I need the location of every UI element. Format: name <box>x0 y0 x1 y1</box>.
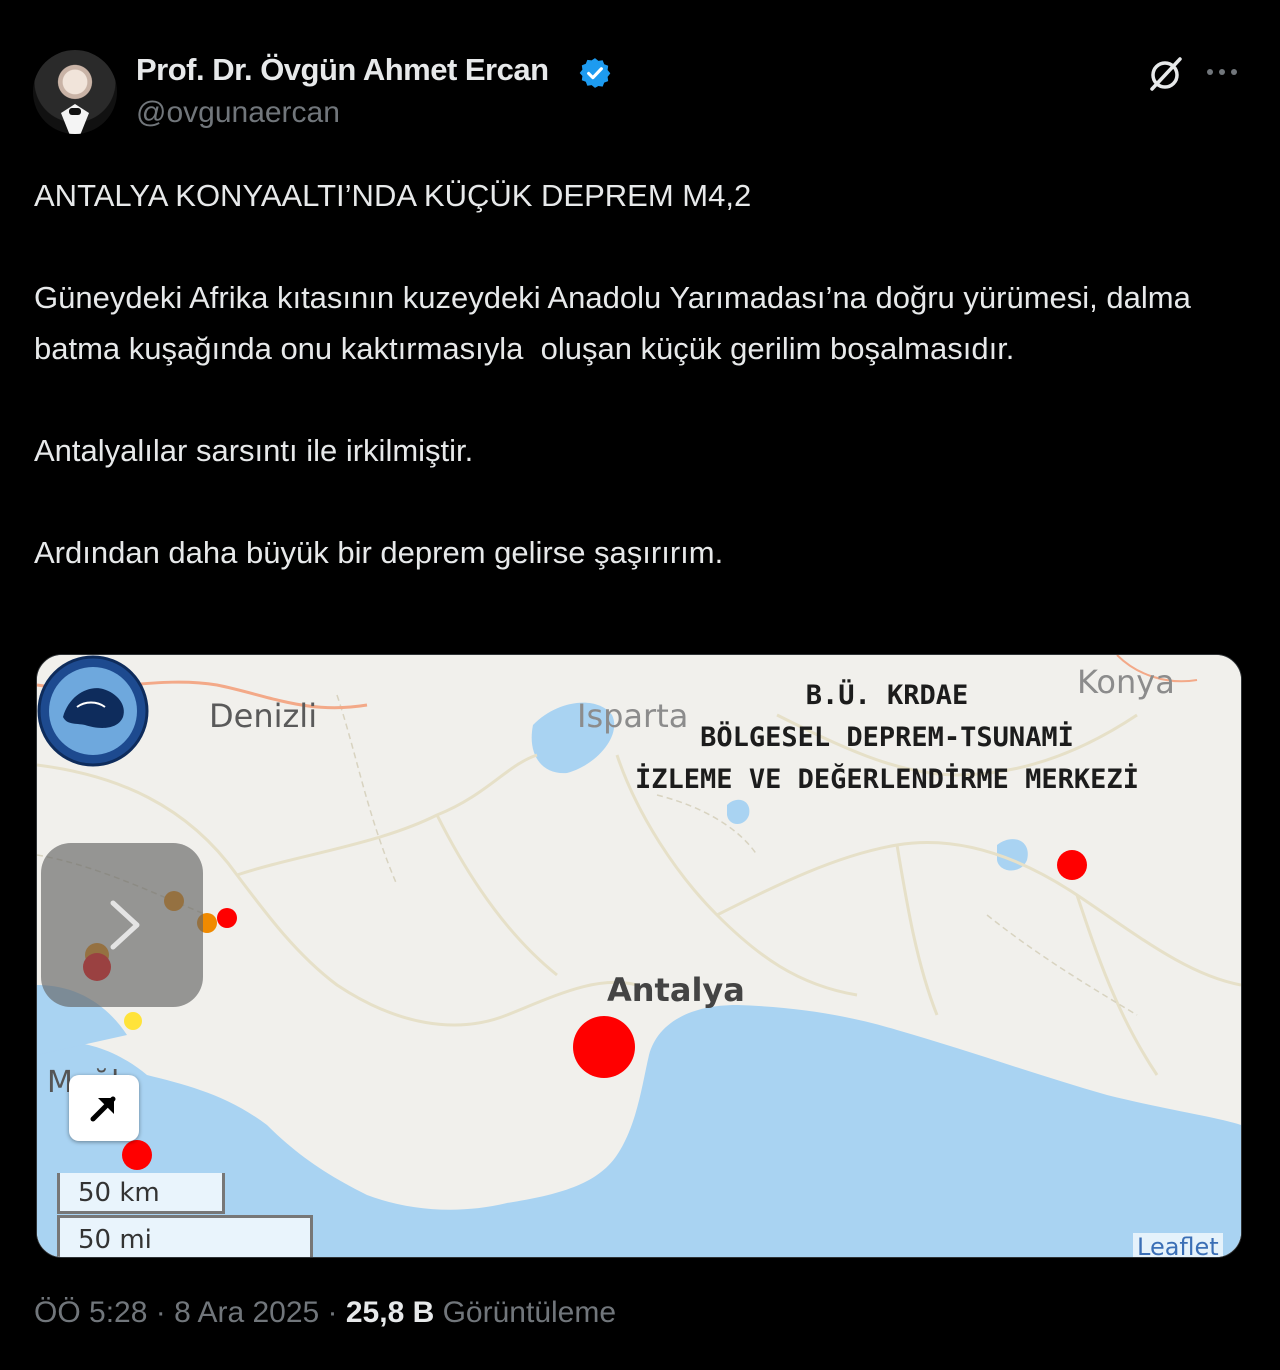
author-avatar[interactable] <box>33 50 117 134</box>
krdae-header-line1: B.Ü. KRDAE <box>805 680 969 711</box>
krdae-header-line3: İZLEME VE DEĞERLENDİRME MERKEZİ <box>635 764 1139 795</box>
meta-separator: · <box>319 1296 346 1329</box>
avatar-bowtie <box>69 108 81 115</box>
leaflet-attribution-link[interactable]: Leaflet <box>1133 1233 1223 1257</box>
author-name[interactable]: Prof. Dr. Övgün Ahmet Ercan <box>136 52 549 88</box>
more-dots-icon[interactable] <box>1204 60 1240 84</box>
author-handle[interactable]: @ovgunaercan <box>136 96 340 130</box>
krdae-header: B.Ü. KRDAE BÖLGESEL DEPREM-TSUNAMİ İZLEM… <box>557 675 1217 801</box>
city-label-antalya: Antalya <box>607 971 745 1009</box>
grok-slash-circle-icon[interactable] <box>1146 54 1186 94</box>
views-label: Görüntüleme <box>434 1296 617 1329</box>
meta-separator: · <box>147 1296 175 1329</box>
tweet-card: Prof. Dr. Övgün Ahmet Ercan @ovgunaercan… <box>0 0 1280 1370</box>
scale-bar-mi: 50 mi <box>57 1215 313 1257</box>
previous-media-button[interactable]: Muğla <box>41 843 203 1100</box>
expand-map-button[interactable] <box>69 1075 139 1141</box>
chevron-right-icon <box>110 900 140 950</box>
tweet-date[interactable]: 8 Ara 2025 <box>174 1296 319 1329</box>
krdae-header-line2: BÖLGESEL DEPREM-TSUNAMİ <box>700 722 1074 753</box>
krdae-logo-icon <box>37 655 149 767</box>
tweet-text: ANTALYA KONYAALTI’NDA KÜÇÜK DEPREM M4,2 … <box>34 178 1191 570</box>
tweet-time[interactable]: ÖÖ 5:28 <box>34 1296 147 1329</box>
city-label-denizli: Denizli <box>209 697 318 735</box>
verified-badge-icon <box>579 58 611 88</box>
earthquake-map-image[interactable]: Denizli Isparta Konya Antalya B.Ü. KRDAE… <box>36 654 1242 1258</box>
views-count: 25,8 B <box>345 1296 435 1329</box>
arrow-up-right-icon <box>90 1096 116 1122</box>
tweet-meta: ÖÖ 5:28 · 8 Ara 2025 · 25,8 B Görüntülem… <box>34 1296 616 1330</box>
scale-bar-km: 50 km <box>57 1173 225 1214</box>
